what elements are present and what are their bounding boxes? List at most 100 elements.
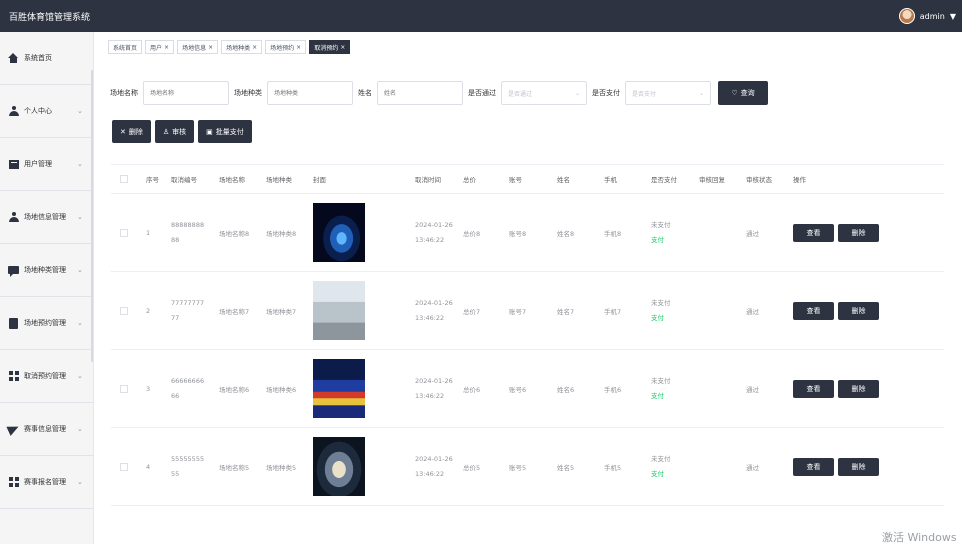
clipboard-icon <box>8 317 19 329</box>
delete-button[interactable]: ✕ 删除 <box>112 120 151 143</box>
chevron-down-icon: ⌄ <box>77 425 83 433</box>
review-button[interactable]: ♙ 审核 <box>154 120 195 143</box>
tab-label: 用户 <box>150 44 163 52</box>
row-pay-link[interactable]: 支付 <box>651 389 699 404</box>
user-icon: ♙ <box>162 127 170 136</box>
user-menu[interactable]: admin ▼ <box>898 8 956 24</box>
row-delete-button[interactable]: 删除 <box>838 301 879 320</box>
wallet-icon: ▣ <box>206 127 213 136</box>
header-type: 场地种类 <box>266 176 292 184</box>
tab-venue-types[interactable]: 场地种类 × <box>221 40 263 54</box>
row-delete-button[interactable]: 删除 <box>838 223 879 242</box>
header-price: 总价 <box>463 176 476 184</box>
sidebar-item-personal[interactable]: 个人中心 ⌄ <box>0 85 93 138</box>
sidebar-item-venue-info[interactable]: 场地信息管理 ⌄ <box>0 191 93 244</box>
row-pay-link[interactable]: 支付 <box>651 233 699 248</box>
tab-label: 场地预约 <box>270 44 295 52</box>
tab-cancellations[interactable]: 取消预约 × <box>309 40 351 54</box>
sidebar-item-reservations[interactable]: 场地预约管理 ⌄ <box>0 297 93 350</box>
header-reply: 审核回复 <box>699 176 725 184</box>
sidebar-item-events[interactable]: 赛事信息管理 ⌄ <box>0 403 93 456</box>
row-checkbox[interactable] <box>120 384 128 393</box>
avatar[interactable] <box>898 8 915 24</box>
venue-name-label: 场地名称 <box>110 89 138 97</box>
tab-label: 场地种类 <box>226 44 251 52</box>
tab-bar: 系统首页 用户 × 场地信息 × 场地种类 × 场地预约 × 取消预约 × <box>108 40 351 54</box>
user-icon <box>8 106 19 117</box>
row-status: 通过 <box>746 385 759 394</box>
chat-icon <box>8 265 19 277</box>
grid-icon <box>8 371 19 382</box>
tab-users[interactable]: 用户 × <box>145 40 175 54</box>
row-time: 2024-01-26 13:46:22 <box>415 220 453 244</box>
chevron-down-icon: ⌄ <box>77 213 83 221</box>
sidebar-item-home[interactable]: 系统首页 <box>0 32 93 85</box>
view-button[interactable]: 查看 <box>793 457 834 476</box>
row-phone: 手机5 <box>604 463 622 472</box>
sidebar-item-venue-types[interactable]: 场地种类管理 ⌄ <box>0 244 93 297</box>
approved-select[interactable]: 是否通过 ⌄ <box>501 81 587 105</box>
close-icon[interactable]: × <box>164 44 169 51</box>
row-delete-button[interactable]: 删除 <box>838 457 879 476</box>
name-input[interactable] <box>377 81 463 105</box>
chevron-down-icon: ⌄ <box>574 89 580 97</box>
sidebar-item-registrations[interactable]: 赛事报名管理 ⌄ <box>0 456 93 509</box>
venue-name-input[interactable] <box>143 81 229 105</box>
windows-activation-watermark: 激活 Windows <box>882 531 957 544</box>
header-time: 取消时间 <box>415 176 441 184</box>
heart-icon: ♡ <box>731 90 738 97</box>
username[interactable]: admin <box>920 12 945 21</box>
row-type: 场地种类8 <box>266 229 297 238</box>
name-label: 姓名 <box>358 89 372 97</box>
row-checkbox[interactable] <box>120 228 128 237</box>
select-all-checkbox[interactable] <box>120 175 128 183</box>
row-phone: 手机7 <box>604 307 622 316</box>
row-paid-status: 未支付 <box>651 376 671 385</box>
view-button[interactable]: 查看 <box>793 301 834 320</box>
row-index: 3 <box>146 384 151 393</box>
chevron-down-icon: ⌄ <box>77 266 83 274</box>
row-checkbox[interactable] <box>120 462 128 471</box>
table-row: 3 6666666666 场地名称6 场地种类6 2024-01-26 13:4… <box>111 350 944 428</box>
table-row: 2 7777777777 场地名称7 场地种类7 2024-01-26 13:4… <box>111 272 944 350</box>
sidebar-item-label: 用户管理 <box>24 160 52 168</box>
caret-down-icon[interactable]: ▼ <box>950 12 956 21</box>
close-icon[interactable]: × <box>252 44 257 51</box>
review-label: 审核 <box>172 127 187 136</box>
close-icon[interactable]: × <box>340 44 345 51</box>
row-pay-link[interactable]: 支付 <box>651 467 699 482</box>
tab-reservations[interactable]: 场地预约 × <box>265 40 307 54</box>
home-icon <box>8 53 19 64</box>
batch-pay-button[interactable]: ▣ 批量支付 <box>198 120 252 143</box>
row-status: 通过 <box>746 307 759 316</box>
row-venue: 场地名称7 <box>219 307 250 316</box>
tab-venue-info[interactable]: 场地信息 × <box>177 40 219 54</box>
close-icon[interactable]: × <box>296 44 301 51</box>
tab-home[interactable]: 系统首页 <box>108 40 143 54</box>
header-phone: 手机 <box>604 176 617 184</box>
sidebar-item-users[interactable]: 用户管理 ⌄ <box>0 138 93 191</box>
batch-pay-label: 批量支付 <box>215 127 244 136</box>
tab-label: 系统首页 <box>113 44 138 52</box>
row-name: 姓名5 <box>557 463 575 472</box>
venue-type-input[interactable] <box>267 81 353 105</box>
sidebar-item-label: 赛事信息管理 <box>24 425 66 433</box>
search-button[interactable]: ♡ 查询 <box>718 81 768 105</box>
row-pay-link[interactable]: 支付 <box>651 311 699 326</box>
sidebar-item-label: 场地预约管理 <box>24 319 66 327</box>
sidebar-item-cancellations[interactable]: 取消预约管理 ⌄ <box>0 350 93 403</box>
close-icon[interactable]: × <box>208 44 213 51</box>
header-name: 姓名 <box>557 176 570 184</box>
view-button[interactable]: 查看 <box>793 223 834 242</box>
search-form: 场地名称 场地种类 姓名 是否通过 是否通过 ⌄ 是否支付 是否支付 ⌄ ♡查询 <box>110 81 768 105</box>
row-status: 通过 <box>746 463 759 472</box>
header-status: 审核状态 <box>746 176 772 184</box>
row-checkbox[interactable] <box>120 306 128 315</box>
paid-select[interactable]: 是否支付 ⌄ <box>625 81 711 105</box>
view-button[interactable]: 查看 <box>793 379 834 398</box>
row-delete-button[interactable]: 删除 <box>838 379 879 398</box>
row-paid-status: 未支付 <box>651 298 671 307</box>
header-index: 序号 <box>146 176 159 184</box>
tab-label: 场地信息 <box>182 44 207 52</box>
sidebar-scrollbar[interactable] <box>91 70 93 362</box>
